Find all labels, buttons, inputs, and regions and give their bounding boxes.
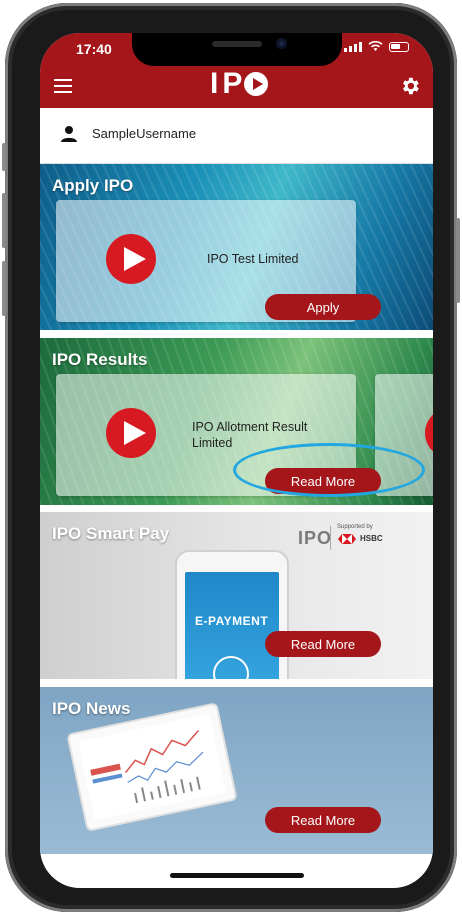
phone-screen: 17:40 IP SampleUsername Apply IPO IPO Te… [40, 33, 433, 888]
play-icon [106, 234, 156, 284]
battery-icon [389, 41, 409, 52]
phone-illustration-screen: E-PAYMENT [185, 572, 279, 679]
ipo-name: IPO Test Limited [207, 252, 299, 266]
speaker [212, 41, 262, 47]
power-button [456, 218, 460, 303]
silent-switch [2, 143, 6, 171]
front-camera [276, 38, 287, 49]
ipo-logo: IP [210, 67, 269, 101]
read-more-button[interactable]: Read More [265, 468, 381, 494]
smartphone-illustration: E-PAYMENT [175, 550, 289, 679]
apply-ipo-section: Apply IPO IPO Test Limited Apply [40, 164, 433, 330]
hsbc-hexagon-icon [338, 534, 356, 544]
brand-divider [330, 526, 331, 550]
wifi-icon [368, 41, 383, 51]
next-result-card[interactable] [375, 374, 433, 496]
tablet-chart-illustration [66, 702, 238, 832]
read-more-button[interactable]: Read More [265, 631, 381, 657]
section-title: IPO Results [52, 350, 148, 369]
signal-icon [344, 41, 362, 52]
status-icons [344, 41, 409, 52]
ipo-result-name: IPO Allotment Result Limited [192, 419, 307, 451]
notch [132, 33, 342, 66]
username: SampleUsername [92, 126, 197, 141]
supported-by-text: Supported by [337, 524, 373, 530]
read-more-button[interactable]: Read More [265, 807, 381, 833]
ipo-smart-pay-section: IPO Smart Pay IPO Supported by HSBC E-PA… [40, 512, 433, 679]
tablet-screen [78, 713, 226, 821]
apply-button[interactable]: Apply [265, 294, 381, 320]
section-title: IPO Smart Pay [52, 524, 170, 543]
ipo-result-name-line1: IPO Allotment Result [192, 420, 308, 434]
ipo-news-section: IPO News Read More [40, 687, 433, 854]
partner-name: HSBC [360, 534, 383, 543]
stock-chart-icon [90, 730, 204, 804]
smart-pay-brand: IPO [298, 528, 333, 548]
payment-icon [213, 656, 249, 679]
home-indicator[interactable] [170, 873, 304, 878]
logo-text: IP [210, 67, 247, 100]
user-row[interactable]: SampleUsername [40, 108, 433, 164]
hamburger-menu-icon[interactable] [54, 79, 72, 93]
e-payment-label: E-PAYMENT [195, 614, 269, 628]
ipo-result-name-line2: Limited [192, 436, 233, 450]
status-time: 17:40 [76, 41, 112, 57]
play-icon [106, 408, 156, 458]
volume-down-button [2, 261, 6, 316]
volume-up-button [2, 193, 6, 248]
play-icon [425, 408, 433, 458]
logo-play-icon [244, 72, 269, 96]
section-title: IPO News [52, 699, 131, 718]
gear-icon[interactable] [399, 75, 421, 97]
phone-frame: 17:40 IP SampleUsername Apply IPO IPO Te… [2, 3, 460, 912]
section-title: Apply IPO [52, 176, 134, 195]
ipo-results-section: IPO Results IPO Allotment Result Limited… [40, 338, 433, 505]
person-icon [61, 126, 77, 142]
